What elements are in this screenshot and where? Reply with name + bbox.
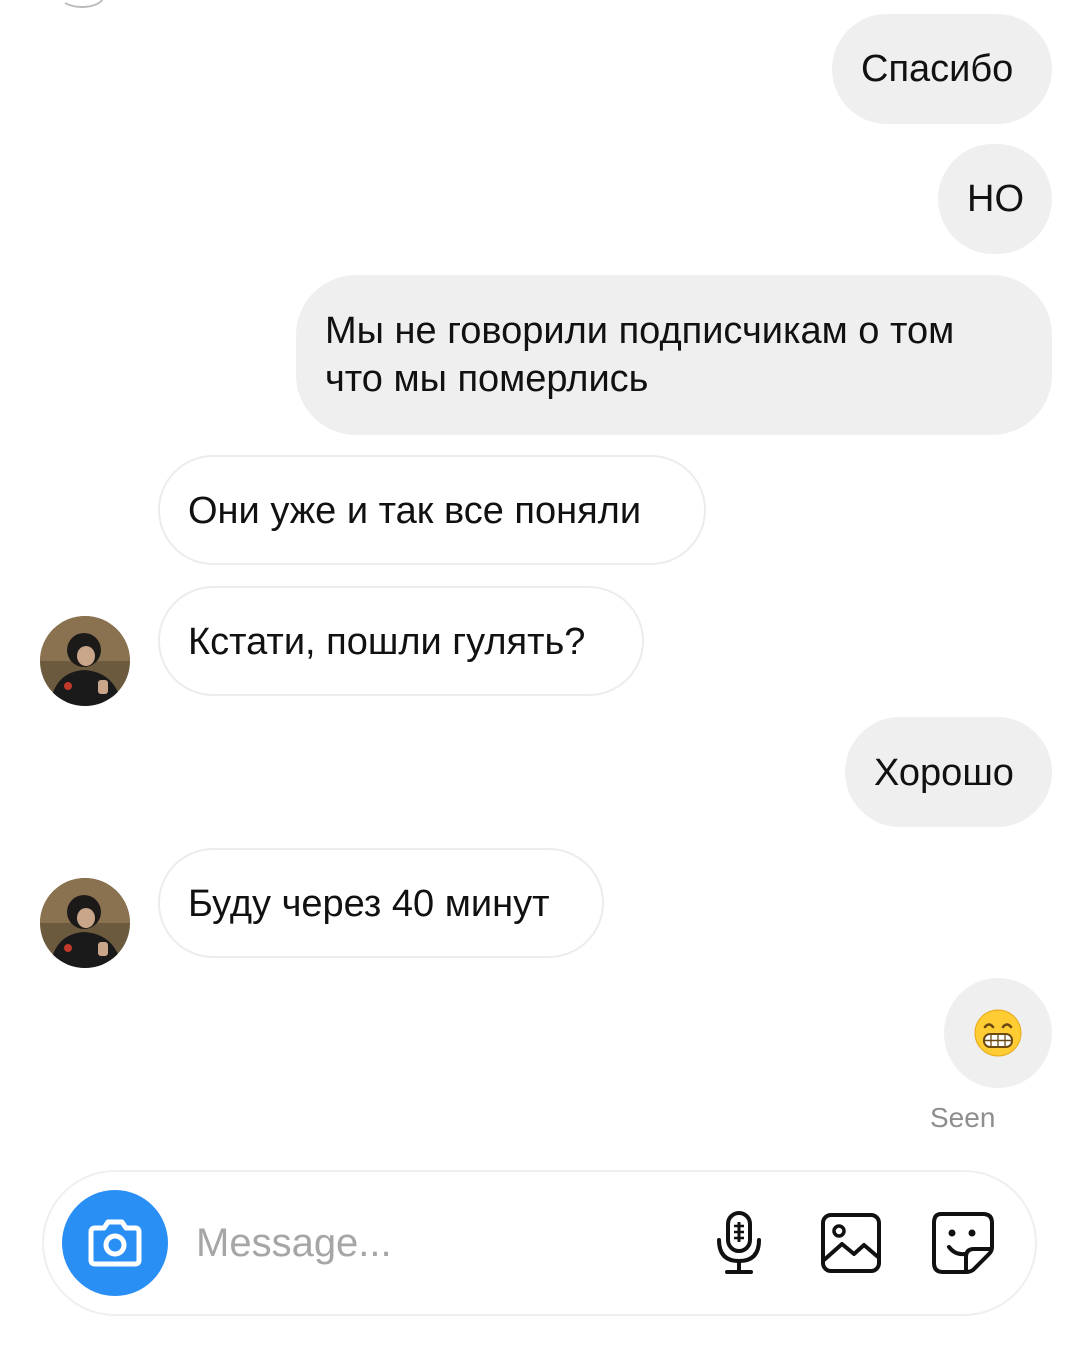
grinning-face-emoji-icon bbox=[974, 1009, 1022, 1057]
message-text: Спасибо bbox=[861, 48, 1014, 90]
message-bubble-sent[interactable]: Хорошо bbox=[845, 717, 1052, 827]
seen-status: Seen bbox=[930, 1102, 996, 1133]
message-input[interactable] bbox=[196, 1208, 666, 1278]
camera-button[interactable] bbox=[62, 1190, 168, 1296]
sticker-icon bbox=[932, 1212, 994, 1274]
message-text: Хорошо bbox=[874, 752, 1014, 794]
contact-avatar[interactable] bbox=[40, 878, 130, 968]
gallery-button[interactable] bbox=[816, 1208, 886, 1278]
message-bubble-sent[interactable]: НО bbox=[938, 144, 1052, 254]
message-text: Буду через 40 минут bbox=[188, 883, 550, 925]
message-text-line: что мы померлись bbox=[325, 358, 649, 400]
avatar-photo bbox=[40, 878, 130, 968]
voice-message-button[interactable] bbox=[704, 1208, 774, 1278]
message-composer bbox=[42, 1170, 1037, 1316]
avatar-photo bbox=[40, 616, 130, 706]
message-bubble-sent[interactable]: Спасибо bbox=[832, 14, 1052, 124]
microphone-icon bbox=[717, 1211, 761, 1274]
message-bubble-received[interactable]: Кстати, пошли гулять? bbox=[158, 586, 644, 696]
gallery-icon bbox=[821, 1213, 881, 1273]
message-text: Они уже и так все поняли bbox=[188, 490, 642, 532]
scrolled-avatar-edge bbox=[60, 0, 104, 8]
message-bubble-received[interactable]: Буду через 40 минут bbox=[158, 848, 604, 958]
camera-icon bbox=[88, 1219, 142, 1267]
contact-avatar[interactable] bbox=[40, 616, 130, 706]
message-text: Кстати, пошли гулять? bbox=[188, 621, 586, 663]
message-bubble-received[interactable]: Они уже и так все поняли bbox=[158, 455, 706, 565]
message-text: НО bbox=[967, 178, 1024, 220]
message-bubble-emoji[interactable] bbox=[944, 978, 1052, 1088]
message-text-line: Мы не говорили подписчикам о том bbox=[325, 310, 955, 352]
message-bubble-sent[interactable]: Мы не говорили подписчикам о том что мы … bbox=[296, 275, 1052, 435]
sticker-button[interactable] bbox=[928, 1208, 998, 1278]
